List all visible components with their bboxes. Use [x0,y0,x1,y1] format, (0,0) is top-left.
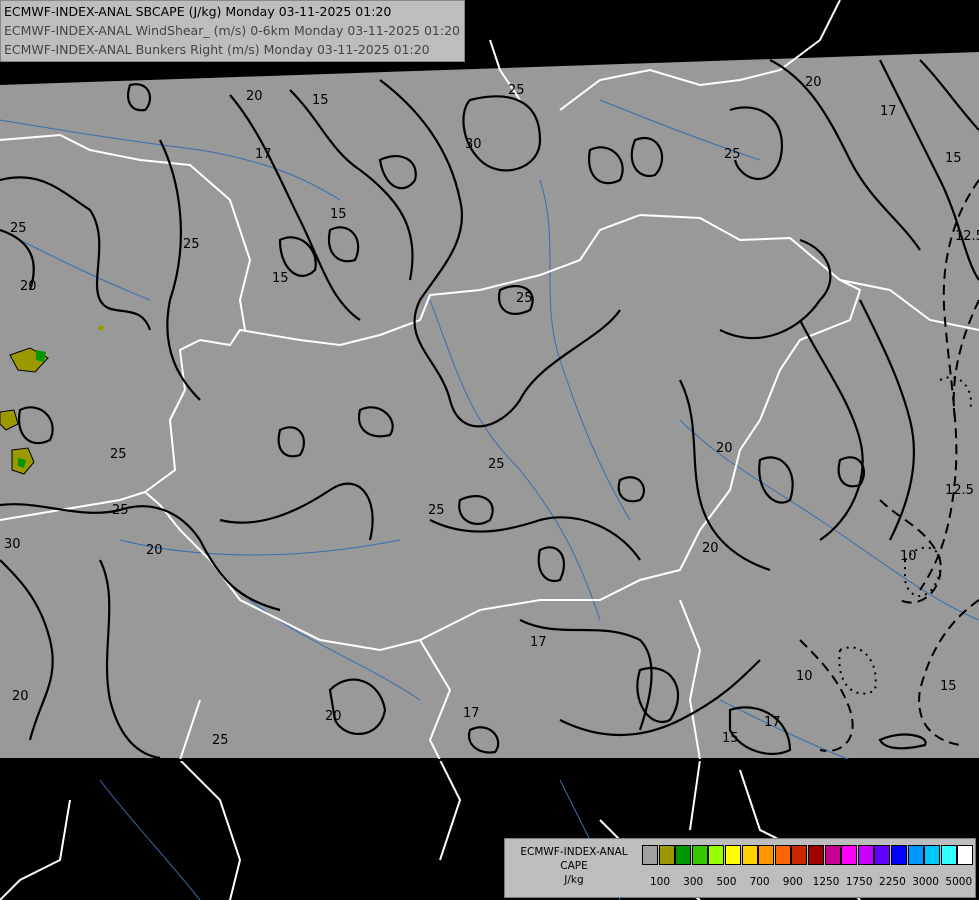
legend-swatch [774,845,791,865]
contour-label: 20 [146,543,163,558]
legend-tick-label: 3000 [912,876,939,888]
title-windshear: ECMWF-INDEX-ANAL WindShear_ (m/s) 0-6km … [4,23,460,38]
legend-swatch [841,845,858,865]
legend-swatch [824,845,841,865]
contour-label: 20 [325,709,342,724]
contour-label: 10 [796,669,813,684]
legend-swatch [724,845,741,865]
contour-label: 20 [702,541,719,556]
contour-label: 25 [724,147,741,162]
legend-swatch [642,845,658,865]
legend-tick-label: 100 [649,876,671,888]
legend-swatch [924,845,941,865]
contour-label: 25 [212,733,229,748]
contour-label: 25 [516,291,533,306]
contour-label: 15 [330,207,347,222]
contour-label: 25 [10,221,27,236]
legend-swatch [857,845,874,865]
legend-tick-label: 5000 [945,876,973,888]
legend-tick-label: 1250 [812,876,840,888]
contour-label: 30 [465,137,482,152]
weather-map: 20 15 25 30 17 25 20 25 15 15 20 12.5 17… [0,0,979,900]
legend-tick-label: 1750 [845,876,873,888]
contour-label: 15 [272,271,289,286]
legend-tick-label: 300 [683,876,704,888]
legend-swatch [940,845,957,865]
contour-label: 12.5 [955,229,979,244]
legend-title-line: J/kg [564,874,584,886]
legend-swatch [907,845,924,865]
contour-label: 25 [428,503,445,518]
legend-swatch [691,845,708,865]
contour-label: 10 [900,549,917,564]
contour-label: 20 [20,279,37,294]
model-domain [0,52,979,758]
legend-tick-label: 700 [749,876,770,888]
cape-legend: ECMWF-INDEX-ANAL CAPE J/kg 100 300 500 700 9… [504,838,976,898]
contour-label: 15 [945,151,962,166]
legend-swatch [708,845,725,865]
contour-label: 25 [110,447,127,462]
contour-label: 17 [463,706,480,721]
contour-label: 25 [183,237,200,252]
legend-title-line: ECMWF-INDEX-ANAL [520,846,628,858]
legend-swatch [957,845,974,865]
contour-label: 15 [312,93,329,108]
legend-tick-label: 500 [716,876,737,888]
legend-swatches [642,845,974,865]
contour-label: 20 [805,75,822,90]
legend-swatch [874,845,891,865]
contour-label: 20 [12,689,29,704]
map-title-box: ECMWF-INDEX-ANAL SBCAPE (J/kg) Monday 03… [0,0,465,62]
legend-swatch [658,845,675,865]
legend-swatch [890,845,907,865]
contour-label: 12.5 [945,483,974,498]
contour-label: 17 [530,635,547,650]
legend-swatch [791,845,808,865]
contour-label: 15 [722,731,739,746]
legend-swatch [675,845,692,865]
contour-label: 25 [488,457,505,472]
title-bunkers: ECMWF-INDEX-ANAL Bunkers Right (m/s) Mon… [4,42,430,57]
title-sbcape: ECMWF-INDEX-ANAL SBCAPE (J/kg) Monday 03… [4,4,392,19]
legend-title-line: CAPE [560,860,588,872]
contour-label: 17 [255,147,272,162]
legend-tick-labels: 100 300 500 700 900 1250 1750 2250 3000 5000 [645,876,975,890]
legend-tick-label: 2250 [879,876,906,888]
legend-tick-label: 900 [782,876,803,888]
contour-label: 25 [112,503,129,518]
contour-label: 17 [880,104,897,119]
legend-swatch [758,845,775,865]
contour-label: 20 [716,441,733,456]
contour-label: 25 [508,83,525,98]
contour-label: 20 [246,89,263,104]
legend-swatch [807,845,824,865]
contour-label: 30 [4,537,21,552]
legend-title: ECMWF-INDEX-ANAL CAPE J/kg [507,845,641,887]
contour-label: 17 [764,715,781,730]
legend-swatch [741,845,758,865]
contour-label: 15 [940,679,957,694]
